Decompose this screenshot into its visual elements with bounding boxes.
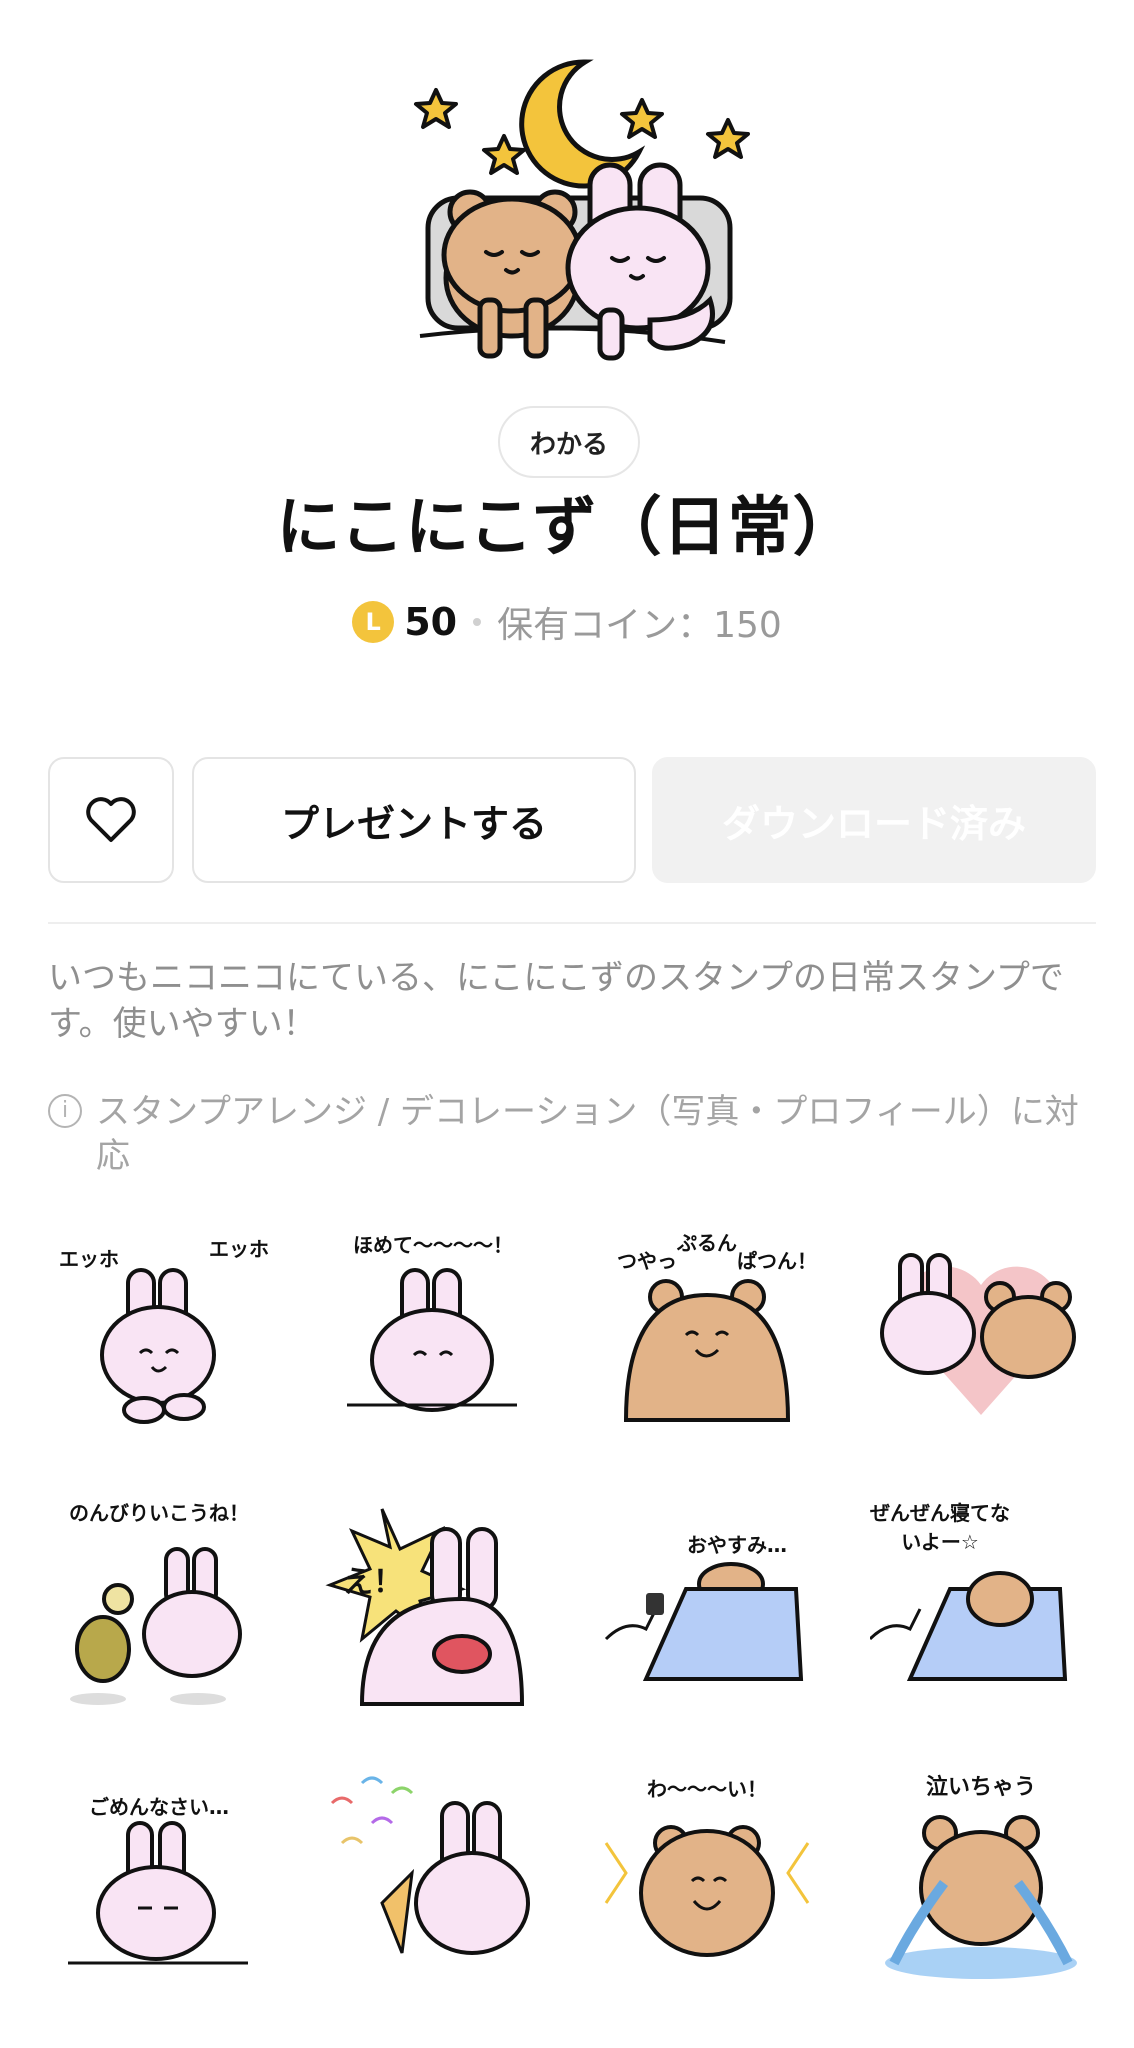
favorite-button[interactable] (48, 757, 174, 883)
tag-chip[interactable]: わかる (498, 406, 640, 478)
compatibility-notice: i スタンプアレンジ / デコレーション（写真・プロフィール）に対応 (48, 1090, 1108, 1178)
downloaded-button[interactable]: ダウンロード済み (652, 757, 1096, 883)
sticker-8[interactable]: ぜんぜん寝てないよー☆ (870, 1489, 1092, 1711)
price-row: L 50 保有コイン：150 (0, 596, 1134, 648)
sticker-caption: ごめんなさい… (89, 1795, 229, 1819)
sticker-2[interactable]: ほめて〜〜〜〜！ (322, 1215, 544, 1437)
info-icon: i (48, 1094, 82, 1128)
description-text: いつもニコニコにている、にこにこずのスタンプの日常スタンプです。使いやすい！ (48, 958, 1064, 1044)
price-amount: 50 (404, 600, 458, 644)
sticker-3[interactable]: つやっ ぷるん ぱつん！ (596, 1215, 818, 1437)
separator-dot (473, 618, 482, 626)
sticker-caption: のんびりいこうね！ (69, 1501, 249, 1525)
sticker-caption: ぱつん！ (737, 1249, 817, 1273)
sticker-10[interactable] (322, 1763, 544, 1985)
sticker-caption: ぜんぜん寝てないよー☆ (870, 1501, 1010, 1554)
sticker-5[interactable]: のんびりいこうね！ (48, 1489, 270, 1711)
notice-text: スタンプアレンジ / デコレーション（写真・プロフィール）に対応 (96, 1092, 1079, 1176)
sticker-caption: わ〜〜〜い！ (647, 1777, 767, 1801)
page-title: にこにこず（日常） (276, 491, 858, 565)
sticker-caption: エッホ (209, 1237, 269, 1261)
sticker-9[interactable]: ごめんなさい… (48, 1763, 270, 1985)
coin-icon: L (352, 601, 395, 643)
sticker-caption: おやすみ… (687, 1533, 787, 1557)
divider (48, 922, 1096, 924)
gift-button[interactable]: プレゼントする (192, 757, 636, 883)
sticker-caption: ほめて〜〜〜〜！ (353, 1233, 513, 1257)
heart-icon (86, 797, 136, 842)
sticker-7[interactable]: おやすみ… (596, 1489, 818, 1711)
owned-coins: 保有コイン：150 (497, 605, 782, 646)
sticker-pack-main-image (0, 0, 1134, 390)
sticker-caption: え！ (343, 1565, 403, 1600)
sticker-6[interactable]: え！ (322, 1489, 544, 1711)
sticker-11[interactable]: わ〜〜〜い！ (596, 1763, 818, 1985)
sticker-caption: 泣いちゃう (925, 1775, 1036, 1800)
sticker-1[interactable]: エッホ エッホ (48, 1215, 270, 1437)
sticker-12[interactable]: 泣いちゃう (870, 1763, 1092, 1985)
sticker-4[interactable] (870, 1215, 1092, 1437)
